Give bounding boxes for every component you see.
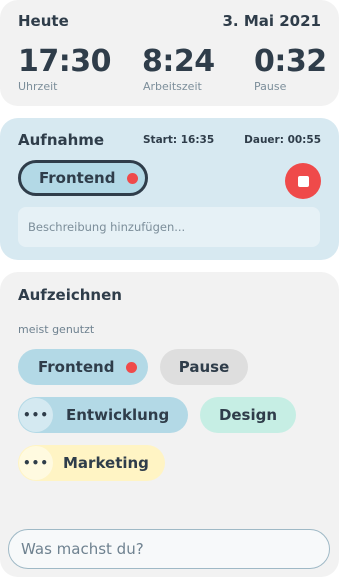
- pause-value: 0:32: [254, 44, 327, 79]
- tag-frontend-label: Frontend: [38, 358, 115, 376]
- recording-dot-icon: [126, 361, 138, 373]
- recording-dot-icon: [127, 172, 139, 184]
- tag-pause-label: Pause: [178, 358, 230, 376]
- tag-frontend[interactable]: Frontend: [18, 349, 148, 385]
- description-placeholder: Beschreibung hinzufügen...: [28, 220, 186, 234]
- clock-label: Uhrzeit: [18, 80, 58, 93]
- clock-value: 17:30: [18, 44, 112, 79]
- stop-icon: [297, 175, 309, 187]
- what-are-you-doing-input[interactable]: Was machst du?: [8, 529, 330, 569]
- tag-marketing-label: Marketing: [63, 454, 149, 472]
- recording-duration: Dauer: 00:55: [244, 134, 321, 146]
- tag-pause[interactable]: Pause: [160, 349, 248, 385]
- worktime-label: Arbeitszeit: [143, 80, 202, 93]
- more-dots-icon[interactable]: •••: [19, 446, 53, 480]
- active-tag-frontend[interactable]: Frontend: [18, 160, 148, 196]
- pause-label: Pause: [254, 80, 287, 93]
- active-tag-label: Frontend: [39, 169, 116, 187]
- description-input[interactable]: Beschreibung hinzufügen...: [18, 207, 320, 247]
- tag-design[interactable]: Design: [200, 397, 296, 433]
- tag-entwicklung[interactable]: ••• Entwicklung: [18, 397, 188, 433]
- tag-entwicklung-label: Entwicklung: [66, 406, 170, 424]
- worktime-value: 8:24: [142, 44, 215, 79]
- today-card: Heute 3. Mai 2021 17:30 Uhrzeit 8:24 Arb…: [0, 0, 339, 106]
- more-dots-icon[interactable]: •••: [19, 398, 53, 432]
- today-date: 3. Mai 2021: [222, 12, 321, 30]
- section-label: meist genutzt: [18, 323, 95, 336]
- today-title: Heute: [18, 12, 69, 30]
- recording-start: Start: 16:35: [143, 134, 215, 146]
- recording-title: Aufnahme: [18, 131, 105, 149]
- tag-marketing[interactable]: ••• Marketing: [18, 445, 165, 481]
- track-title: Aufzeichnen: [18, 286, 122, 304]
- question-placeholder: Was machst du?: [21, 540, 144, 558]
- stop-button[interactable]: [285, 163, 321, 199]
- tag-design-label: Design: [218, 406, 278, 424]
- recording-card: Aufnahme Start: 16:35 Dauer: 00:55 Front…: [0, 118, 339, 260]
